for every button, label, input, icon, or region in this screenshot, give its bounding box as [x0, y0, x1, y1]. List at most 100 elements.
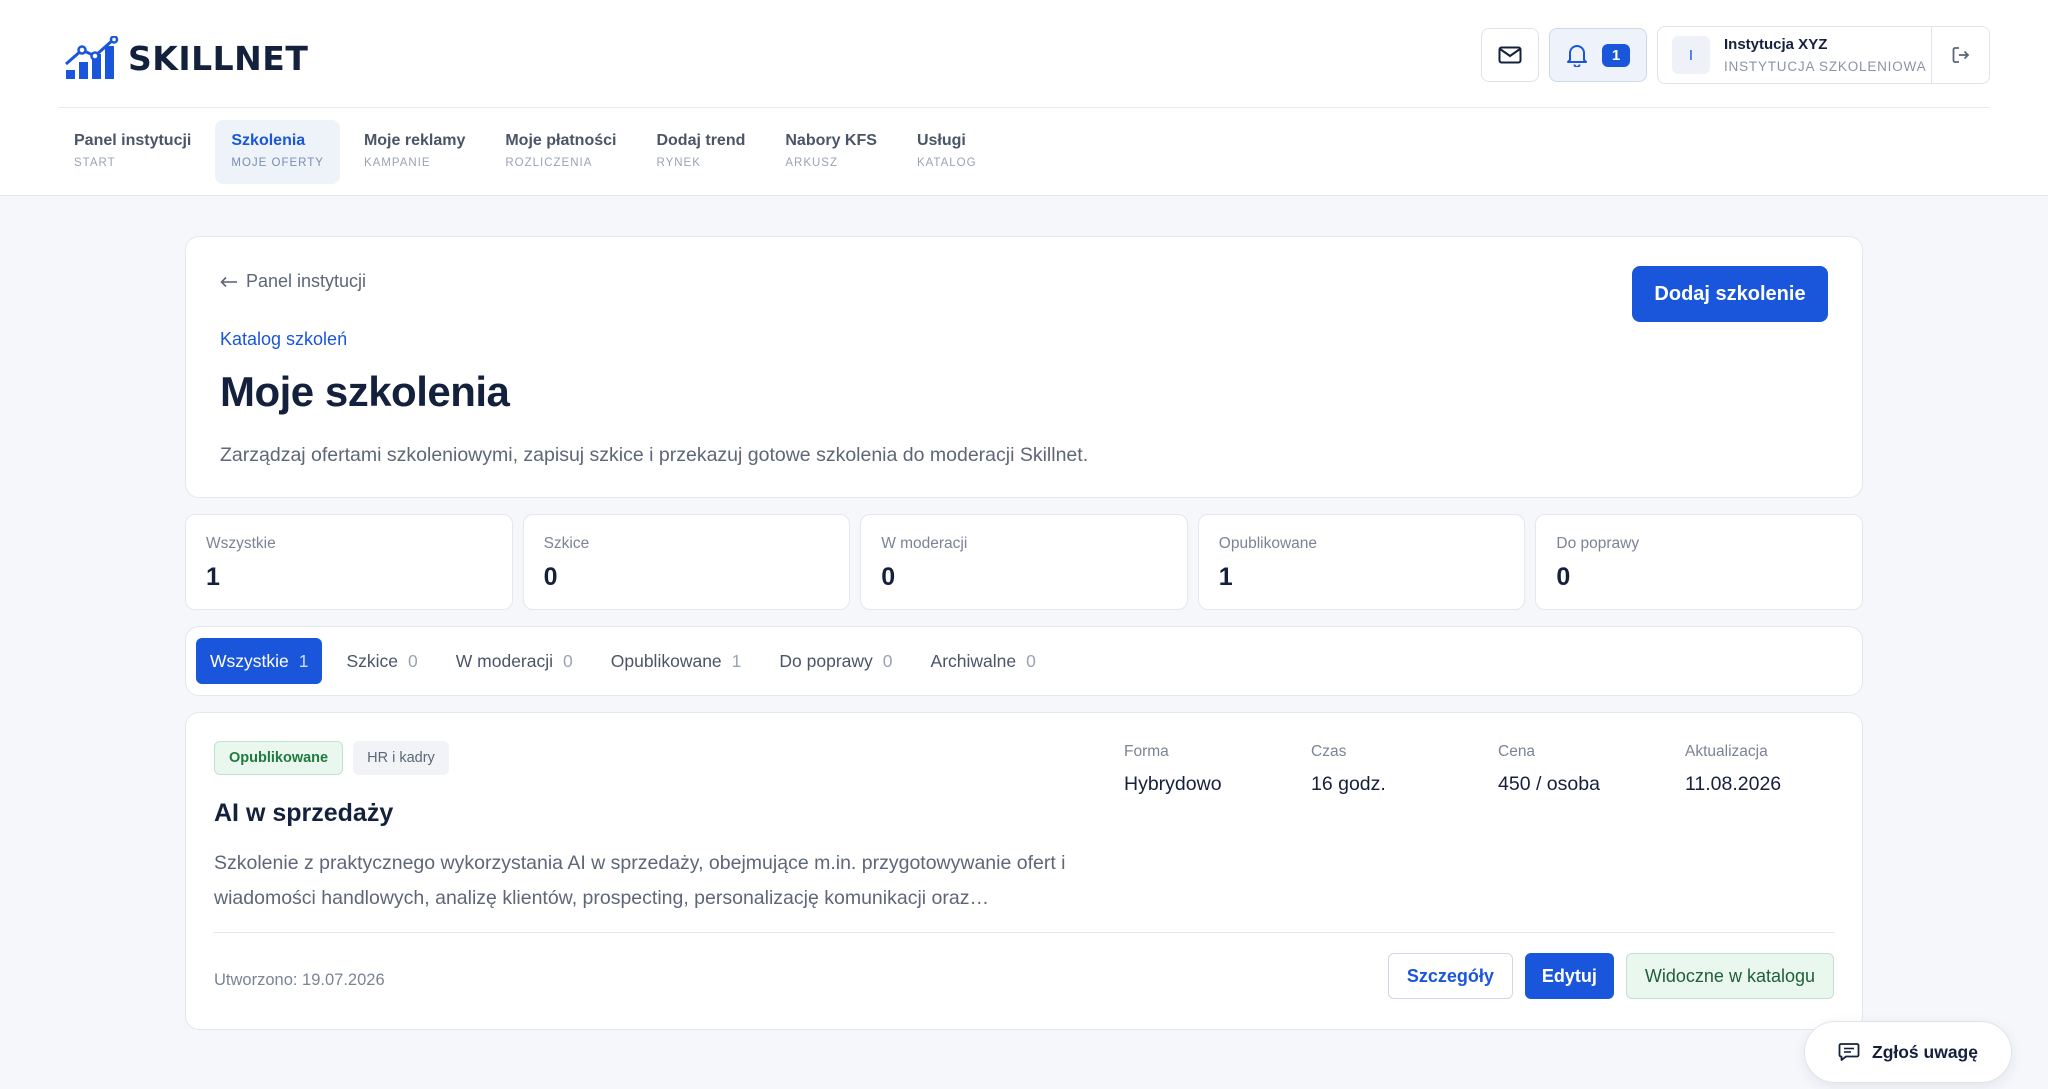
tab-published[interactable]: Opublikowane 1 [597, 638, 756, 684]
tab-label: Opublikowane [610, 650, 722, 671]
tab-count: 0 [1026, 650, 1036, 671]
nav-sublabel: RYNEK [656, 157, 701, 169]
logout-button[interactable] [1931, 27, 1989, 83]
meta-value: 450 / osoba [1498, 773, 1600, 795]
created-date: Utworzono: 19.07.2026 [214, 971, 385, 989]
messages-button[interactable] [1481, 28, 1539, 82]
nav-label: Nabory KFS [785, 132, 877, 149]
edit-button[interactable]: Edytuj [1524, 953, 1614, 999]
user-account-menu[interactable]: I Instytucja XYZ INSTYTUCJA SZKOLENIOWA [1657, 26, 1990, 84]
tab-count: 1 [731, 650, 742, 671]
details-button[interactable]: Szczegóły [1387, 953, 1513, 999]
stat-card-to-fix: Do poprawy 0 [1535, 514, 1863, 610]
course-meta: Forma Hybrydowo Czas 16 godz. Cena 450 /… [1124, 743, 1872, 796]
tab-moderation[interactable]: W moderacji 0 [442, 638, 587, 684]
page-description: Zarządzaj ofertami szkoleniowymi, zapisu… [220, 443, 1089, 466]
tab-count: 0 [882, 650, 893, 671]
bell-icon [1566, 45, 1587, 67]
nav-sublabel: START [74, 157, 116, 169]
divider [214, 932, 1834, 933]
nav-label: Moje płatności [505, 132, 617, 149]
tab-label: Wszystkie [210, 650, 289, 671]
stat-value: 0 [543, 563, 558, 591]
user-name: Instytucja XYZ [1724, 36, 1828, 53]
header-actions: 1 I Instytucja XYZ INSTYTUCJA SZKOLENIOW… [1481, 26, 1990, 84]
tab-label: W moderacji [455, 650, 554, 671]
stat-label: Wszystkie [206, 535, 276, 552]
page-hero: Panel instytucji Katalog szkoleń Moje sz… [185, 236, 1863, 498]
logout-icon [1952, 47, 1969, 63]
stat-label: Opublikowane [1218, 535, 1318, 552]
category-badge: HR i kadry [353, 741, 449, 775]
nav-item-uslugi[interactable]: Usługi KATALOG [901, 120, 993, 184]
stat-label: Do poprawy [1556, 535, 1640, 552]
tab-all[interactable]: Wszystkie 1 [196, 638, 323, 684]
nav-label: Szkolenia [231, 132, 306, 149]
user-info: Instytucja XYZ INSTYTUCJA SZKOLENIOWA [1724, 36, 1926, 74]
stat-value: 0 [1556, 563, 1571, 591]
back-link[interactable]: Panel instytucji [220, 271, 366, 292]
nav-sublabel: MOJE OFERTY [231, 157, 324, 169]
nav-item-trend[interactable]: Dodaj trend RYNEK [640, 120, 761, 184]
meta-value: Hybrydowo [1124, 773, 1222, 795]
course-card: Opublikowane HR i kadry AI w sprzedaży S… [185, 712, 1863, 1030]
meta-value: 16 godz. [1311, 773, 1386, 795]
nav-label: Usługi [916, 132, 966, 149]
report-feedback-button[interactable]: Zgłoś uwagę [1804, 1021, 2012, 1083]
page-title: Moje szkolenia [220, 367, 510, 415]
nav-item-kfs[interactable]: Nabory KFS ARKUSZ [769, 120, 893, 184]
notifications-button[interactable]: 1 [1549, 28, 1647, 82]
stat-label: Szkice [543, 535, 590, 552]
meta-updated: Aktualizacja 11.08.2026 [1685, 743, 1872, 796]
course-title[interactable]: AI w sprzedaży [214, 799, 1834, 828]
stats-row: Wszystkie 1 Szkice 0 W moderacji 0 Opubl… [185, 514, 1863, 610]
tab-drafts[interactable]: Szkice 0 [332, 638, 431, 684]
back-link-label: Panel instytucji [246, 271, 367, 291]
breadcrumb[interactable]: Katalog szkoleń [220, 329, 1828, 350]
tab-to-fix[interactable]: Do poprawy 0 [765, 638, 906, 684]
tab-label: Archiwalne [930, 650, 1017, 671]
status-filter-tabs: Wszystkie 1 Szkice 0 W moderacji 0 Opubl… [185, 626, 1863, 696]
nav-item-reklamy[interactable]: Moje reklamy KAMPANIE [348, 120, 481, 184]
nav-sublabel: KAMPANIE [363, 157, 431, 169]
notifications-count-badge: 1 [1601, 43, 1631, 67]
app-header: SKILLNET 1 I Instytucja XYZ INSTYTUCJA S… [0, 0, 2048, 196]
nav-item-panel[interactable]: Panel instytucji START [58, 120, 207, 184]
nav-sublabel: KATALOG [916, 157, 977, 169]
meta-price: Cena 450 / osoba [1498, 743, 1685, 796]
course-actions: Szczegóły Edytuj Widoczne w katalogu [1387, 953, 1834, 999]
status-badge: Opublikowane [214, 741, 344, 775]
course-description: Szkolenie z praktycznego wykorzystania A… [214, 852, 1066, 909]
stat-value: 0 [881, 563, 896, 591]
add-training-button[interactable]: Dodaj szkolenie [1632, 266, 1828, 322]
meta-duration: Czas 16 godz. [1311, 743, 1498, 796]
stat-card-published: Opublikowane 1 [1197, 514, 1526, 610]
nav-label: Panel instytucji [74, 132, 192, 149]
report-button-label: Zgłoś uwagę [1872, 1041, 1978, 1062]
meta-label: Cena [1498, 743, 1536, 760]
meta-form: Forma Hybrydowo [1124, 743, 1311, 796]
main-content: Panel instytucji Katalog szkoleń Moje sz… [185, 236, 1863, 1030]
bar-chart-logo-icon [65, 36, 119, 79]
mail-icon [1498, 46, 1522, 64]
brand-name: SKILLNET [128, 38, 309, 78]
tab-label: Do poprawy [779, 650, 873, 671]
avatar: I [1672, 36, 1710, 74]
nav-item-szkolenia[interactable]: Szkolenia MOJE OFERTY [215, 120, 340, 184]
meta-label: Czas [1311, 743, 1347, 760]
main-nav: Panel instytucji START Szkolenia MOJE OF… [58, 120, 1001, 184]
user-role: INSTYTUCJA SZKOLENIOWA [1724, 59, 1927, 74]
stat-card-drafts: Szkice 0 [522, 514, 851, 610]
stat-label: W moderacji [881, 535, 968, 552]
nav-label: Dodaj trend [656, 132, 746, 149]
chat-icon [1838, 1043, 1860, 1061]
stat-card-moderation: W moderacji 0 [860, 514, 1188, 610]
stat-card-all: Wszystkie 1 [185, 514, 513, 610]
catalog-visibility-button[interactable]: Widoczne w katalogu [1625, 953, 1834, 999]
meta-value: 11.08.2026 [1685, 773, 1782, 795]
top-bar: SKILLNET 1 I Instytucja XYZ INSTYTUCJA S… [58, 0, 1990, 108]
tab-archived[interactable]: Archiwalne 0 [917, 638, 1050, 684]
nav-item-platnosci[interactable]: Moje płatności ROZLICZENIA [489, 120, 632, 184]
stat-value: 1 [1218, 563, 1233, 591]
brand-logo[interactable]: SKILLNET [62, 30, 308, 86]
